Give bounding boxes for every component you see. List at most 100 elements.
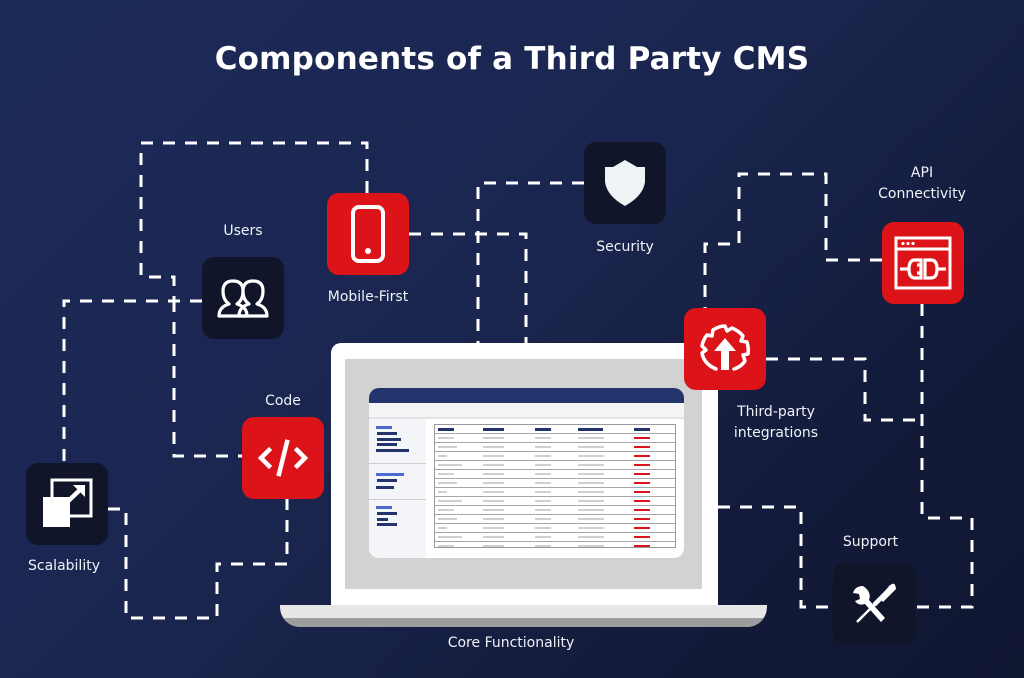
dashboard-sidebar	[369, 419, 426, 558]
table-cell	[483, 491, 504, 493]
table-cell	[578, 437, 604, 439]
support-node	[833, 563, 915, 645]
table-cell	[535, 455, 551, 457]
table-cell	[483, 464, 504, 466]
table-cell	[535, 509, 551, 511]
table-cell	[634, 536, 650, 538]
users-label: Users	[223, 223, 263, 239]
table-cell	[483, 455, 504, 457]
shield-icon	[605, 160, 645, 206]
table-cell	[483, 518, 504, 520]
table-cell	[438, 518, 457, 520]
table-cell	[483, 509, 504, 511]
table-cell	[438, 545, 454, 547]
api-connectivity-label: API Connectivity	[862, 163, 982, 205]
table-cell	[438, 536, 462, 538]
resize-icon	[43, 478, 93, 527]
table-cell	[578, 482, 604, 484]
table-cell	[634, 500, 650, 502]
table-cell	[438, 491, 447, 493]
table-cell	[578, 473, 604, 475]
table-row-divider	[435, 469, 675, 470]
table-cell	[438, 464, 462, 466]
core-functionality-label: Core Functionality	[447, 635, 575, 651]
table-cell	[634, 527, 650, 529]
connector-security-laptop	[476, 181, 584, 343]
table-row-divider	[435, 451, 675, 452]
table-cell	[634, 491, 650, 493]
table-cell	[634, 482, 650, 484]
table-row-divider	[435, 487, 675, 488]
table-row-divider	[435, 532, 675, 533]
table-cell	[535, 491, 551, 493]
table-cell	[438, 446, 457, 448]
support-label: Support	[842, 534, 899, 550]
api-plug-icon	[894, 236, 952, 290]
dashboard-header	[369, 388, 684, 403]
table-cell	[578, 500, 604, 502]
table-cell	[438, 455, 447, 457]
table-cell	[535, 518, 551, 520]
scalability-node	[26, 463, 108, 545]
table-cell	[634, 509, 650, 511]
tools-icon	[853, 583, 896, 623]
api-connectivity-node	[882, 222, 964, 304]
third-party-integrations-label: Third-party integrations	[716, 402, 836, 444]
table-cell	[535, 536, 551, 538]
table-cell	[535, 500, 551, 502]
connector-laptop-support	[718, 505, 833, 609]
table-cell	[578, 509, 604, 511]
table-cell	[438, 509, 454, 511]
mobile-first-label: Mobile-First	[327, 289, 409, 305]
table-header-cell	[634, 428, 650, 431]
table-cell	[483, 527, 504, 529]
api-label-line1: API	[910, 165, 934, 181]
table-cell	[578, 464, 604, 466]
table-cell	[483, 446, 504, 448]
table-cell	[634, 473, 650, 475]
scalability-label: Scalability	[28, 558, 100, 574]
code-label: Code	[265, 393, 301, 409]
table-cell	[578, 545, 604, 547]
table-cell	[578, 527, 604, 529]
table-cell	[438, 500, 462, 502]
table-row-divider	[435, 541, 675, 542]
table-cell	[578, 446, 604, 448]
dashboard-window	[369, 388, 684, 558]
api-label-line2: Connectivity	[878, 186, 966, 202]
table-row-divider	[435, 496, 675, 497]
table-header-cell	[578, 428, 603, 431]
security-label: Security	[596, 239, 654, 255]
table-cell	[438, 482, 457, 484]
connector-scalability-code	[108, 498, 289, 620]
connector-api-support	[915, 304, 974, 609]
mobile-first-node	[327, 193, 409, 275]
table-cell	[634, 518, 650, 520]
table-cell	[483, 473, 504, 475]
table-cell	[535, 464, 551, 466]
table-cell	[634, 545, 650, 547]
users-node	[202, 257, 284, 339]
table-cell	[483, 482, 504, 484]
table-header-cell	[438, 428, 454, 431]
table-cell	[578, 455, 604, 457]
table-cell	[483, 437, 504, 439]
table-row-divider	[435, 478, 675, 479]
table-cell	[634, 446, 650, 448]
table-cell	[483, 545, 504, 547]
table-cell	[535, 527, 551, 529]
table-row-divider	[435, 460, 675, 461]
table-cell	[483, 500, 504, 502]
table-row-divider	[435, 433, 675, 434]
table-cell	[578, 536, 604, 538]
table-cell	[634, 437, 650, 439]
gear-upload-icon	[700, 324, 751, 371]
third-party-label-line2: integrations	[733, 425, 819, 441]
table-row-divider	[435, 514, 675, 515]
table-cell	[578, 518, 604, 520]
table-cell	[438, 527, 447, 529]
dashboard-table	[434, 424, 676, 548]
table-row-divider	[435, 523, 675, 524]
security-node	[584, 142, 666, 224]
users-icon	[217, 279, 269, 318]
